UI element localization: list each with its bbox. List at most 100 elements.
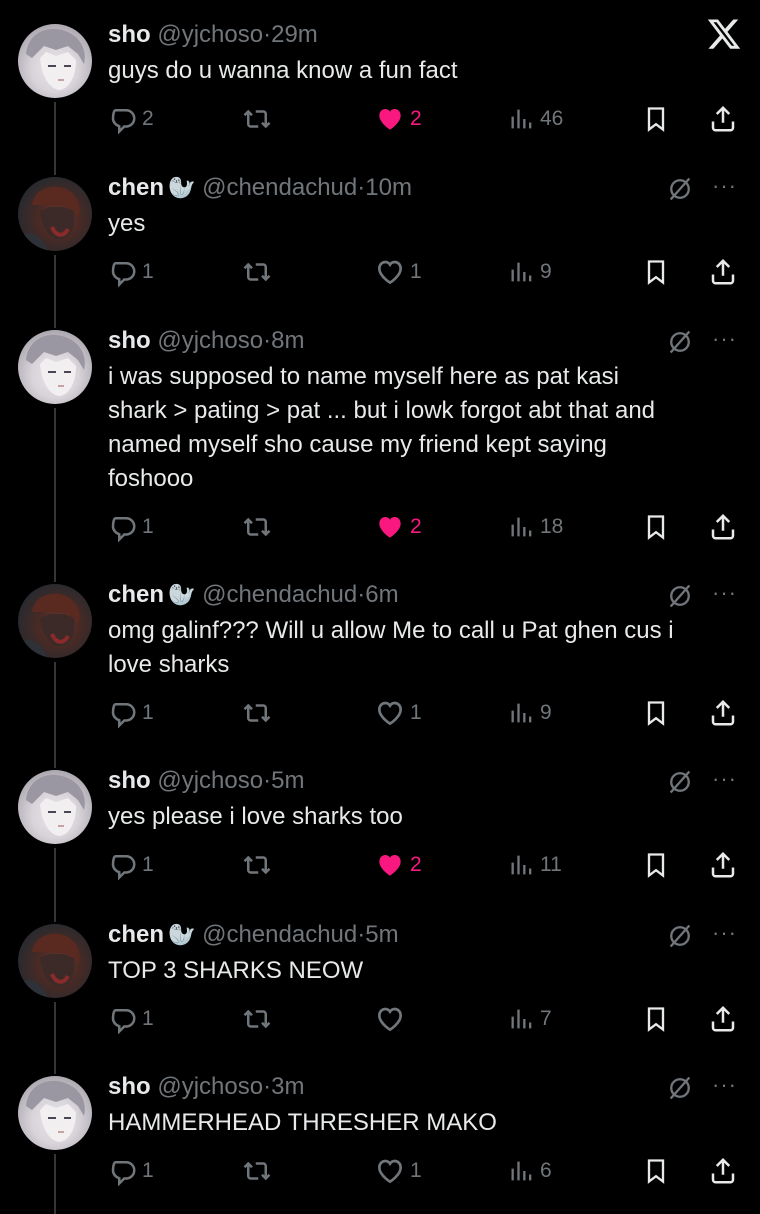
avatar[interactable] [18, 584, 92, 658]
author-handle[interactable]: @chendachud [202, 921, 357, 948]
action-bar: 1 1 9 [108, 255, 748, 289]
author-name[interactable]: sho [108, 1073, 151, 1100]
reply-button[interactable]: 1 [108, 1002, 154, 1036]
share-button[interactable] [708, 848, 738, 882]
avatar[interactable] [18, 924, 92, 998]
views-button[interactable]: 7 [508, 1002, 552, 1036]
like-button[interactable] [374, 1002, 410, 1036]
mute-conversation-button[interactable] [666, 922, 694, 955]
avatar[interactable] [18, 330, 92, 404]
reply-button[interactable]: 2 [108, 102, 154, 136]
views-button-count: 18 [540, 515, 564, 538]
author-handle[interactable]: @yjchoso [157, 1073, 263, 1100]
like-button[interactable]: 1 [374, 696, 422, 730]
views-button[interactable]: 9 [508, 696, 552, 730]
bookmark-button[interactable] [642, 102, 670, 136]
tweet-header: sho @yjchoso·5m [108, 766, 304, 796]
like-button-count: 1 [410, 1159, 422, 1182]
views-button[interactable]: 9 [508, 255, 552, 289]
share-button[interactable] [708, 255, 738, 289]
views-button-count: 6 [540, 1159, 552, 1182]
share-button[interactable] [708, 1002, 738, 1036]
bookmark-button[interactable] [642, 696, 670, 730]
repost-button[interactable] [242, 255, 272, 289]
timestamp[interactable]: 8m [271, 327, 304, 354]
bookmark-button[interactable] [642, 510, 670, 544]
more-options-button[interactable]: ··· [712, 766, 737, 792]
more-options-button[interactable]: ··· [712, 326, 737, 352]
timestamp[interactable]: 3m [271, 1073, 304, 1100]
author-name[interactable]: sho [108, 327, 151, 354]
tweet-text-line: named myself sho cause my friend kept sa… [108, 431, 607, 458]
views-button[interactable]: 46 [508, 102, 563, 136]
heart-icon [377, 1159, 403, 1184]
author-handle[interactable]: @chendachud [202, 581, 357, 608]
reply-button[interactable]: 1 [108, 255, 154, 289]
timestamp[interactable]: 6m [365, 581, 398, 608]
repost-button[interactable] [242, 848, 272, 882]
close-icon[interactable] [706, 16, 742, 52]
mute-conversation-button[interactable] [666, 582, 694, 615]
like-button[interactable]: 2 [374, 510, 422, 544]
timestamp[interactable]: 5m [271, 767, 304, 794]
more-options-button[interactable]: ··· [712, 173, 737, 199]
author-name[interactable]: chen [108, 921, 164, 948]
share-button[interactable] [708, 1154, 738, 1188]
like-button[interactable]: 1 [374, 255, 422, 289]
more-options-button[interactable]: ··· [712, 920, 737, 946]
like-button[interactable]: 2 [374, 848, 422, 882]
bookmark-button[interactable] [642, 848, 670, 882]
repost-button[interactable] [242, 510, 272, 544]
like-button[interactable]: 1 [374, 1154, 422, 1188]
author-name[interactable]: sho [108, 21, 151, 48]
reply-button[interactable]: 1 [108, 510, 154, 544]
mute-conversation-button[interactable] [666, 768, 694, 801]
more-options-button[interactable]: ··· [712, 580, 737, 606]
mute-conversation-button[interactable] [666, 1074, 694, 1107]
author-handle[interactable]: @yjchoso [157, 327, 263, 354]
timestamp[interactable]: 5m [365, 921, 398, 948]
reply-button[interactable]: 1 [108, 696, 154, 730]
heart-icon [377, 260, 403, 285]
bookmark-button[interactable] [642, 1154, 670, 1188]
avatar[interactable] [18, 177, 92, 251]
like-button-count: 1 [410, 701, 422, 724]
share-button[interactable] [708, 102, 738, 136]
mute-icon [669, 770, 691, 794]
author-name[interactable]: chen [108, 174, 164, 201]
timestamp[interactable]: 10m [365, 174, 412, 201]
mute-conversation-button[interactable] [666, 328, 694, 361]
separator-dot: · [263, 767, 272, 794]
tweet-text-line: yes [108, 210, 146, 237]
author-name[interactable]: sho [108, 767, 151, 794]
bookmark-icon [647, 701, 665, 726]
avatar[interactable] [18, 24, 92, 98]
author-handle[interactable]: @chendachud [202, 174, 357, 201]
author-handle[interactable]: @yjchoso [157, 767, 263, 794]
reply-button[interactable]: 1 [108, 1154, 154, 1188]
author-handle[interactable]: @yjchoso [157, 21, 263, 48]
share-icon [711, 513, 735, 540]
avatar[interactable] [18, 770, 92, 844]
repost-button[interactable] [242, 102, 272, 136]
like-button[interactable]: 2 [374, 102, 422, 136]
more-options-button[interactable]: ··· [712, 1072, 737, 1098]
share-button[interactable] [708, 696, 738, 730]
mute-conversation-button[interactable] [666, 175, 694, 208]
views-button[interactable]: 6 [508, 1154, 552, 1188]
share-button[interactable] [708, 510, 738, 544]
bookmark-button[interactable] [642, 1002, 670, 1036]
repost-button[interactable] [242, 1154, 272, 1188]
like-button-count: 2 [410, 107, 422, 130]
repost-icon [243, 855, 271, 875]
bookmark-button[interactable] [642, 255, 670, 289]
avatar[interactable] [18, 1076, 92, 1150]
repost-button[interactable] [242, 696, 272, 730]
repost-button[interactable] [242, 1002, 272, 1036]
views-button[interactable]: 11 [508, 848, 562, 882]
reply-button[interactable]: 1 [108, 848, 154, 882]
reply-icon [111, 517, 136, 542]
views-button[interactable]: 18 [508, 510, 563, 544]
author-name[interactable]: chen [108, 581, 164, 608]
timestamp[interactable]: 29m [271, 21, 318, 48]
